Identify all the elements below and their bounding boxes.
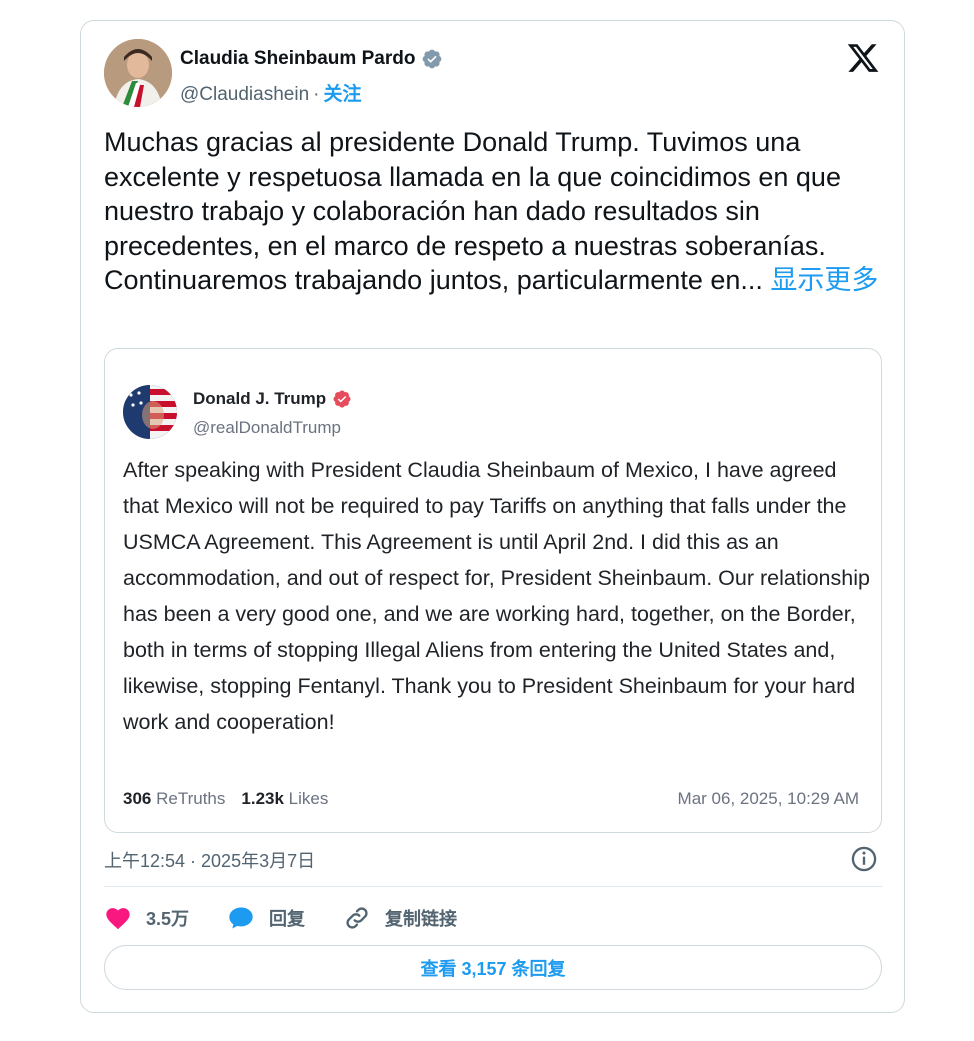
heart-icon [106, 908, 130, 930]
quoted-post-image[interactable]: Donald J. Trump @realDonaldTrump After s… [104, 348, 882, 833]
quoted-post-date: Mar 06, 2025, 10:29 AM [677, 789, 859, 808]
tweet-embed-card: Claudia Sheinbaum Pardo @Claudiashein · 关注… [80, 20, 905, 1013]
like-count: 3.5万 [146, 909, 190, 929]
quoted-author-name-text: Donald J. Trump [193, 389, 327, 408]
tweet-body: Muchas gracias al presidente Donald Trum… [104, 127, 841, 295]
copy-link-label: 复制链接 [385, 909, 458, 929]
reply-label: 回复 [269, 909, 306, 929]
separator-dot: · [313, 84, 320, 105]
tweet-timestamp[interactable]: 上午12:54 · 2025年3月7日 [104, 847, 315, 873]
quoted-post-stats: 306 ReTruths 1.23k Likes [123, 789, 328, 809]
verified-badge-icon [423, 49, 442, 69]
reply-button[interactable]: 回复 [227, 904, 305, 932]
quoted-author-handle: @realDonaldTrump [193, 418, 341, 437]
follow-button[interactable]: 关注 [323, 84, 361, 105]
info-icon[interactable] [850, 845, 878, 873]
like-button[interactable]: 3.5万 [104, 904, 189, 932]
view-replies-button[interactable]: 查看 3,157 条回复 [104, 945, 882, 990]
retruths-label: ReTruths [156, 789, 226, 808]
likes-label: Likes [288, 789, 329, 808]
likes-count: 1.23k [241, 789, 284, 808]
reply-bubble-icon [229, 907, 253, 929]
quoted-author-avatar [123, 385, 177, 439]
copy-link-button[interactable]: 复制链接 [343, 904, 457, 932]
x-logo-icon[interactable] [846, 41, 880, 75]
author-handle-row: @Claudiashein · 关注 [180, 79, 361, 106]
tweet-actions: 3.5万 回复 复制链接 [104, 901, 495, 935]
quoted-author-name: Donald J. Trump [193, 389, 352, 409]
truth-verified-badge-icon [333, 390, 351, 408]
author-avatar[interactable] [104, 39, 172, 107]
author-name-text: Claudia Sheinbaum Pardo [180, 48, 416, 69]
author-name[interactable]: Claudia Sheinbaum Pardo [180, 48, 443, 70]
link-icon [346, 907, 368, 929]
author-handle[interactable]: @Claudiashein [180, 84, 309, 105]
tweet-text: Muchas gracias al presidente Donald Trum… [104, 125, 884, 298]
quoted-post-text: After speaking with President Claudia Sh… [123, 458, 870, 734]
retruths-count: 306 [123, 789, 152, 808]
divider [104, 886, 882, 887]
show-more-link[interactable]: 显示更多 [770, 265, 878, 295]
